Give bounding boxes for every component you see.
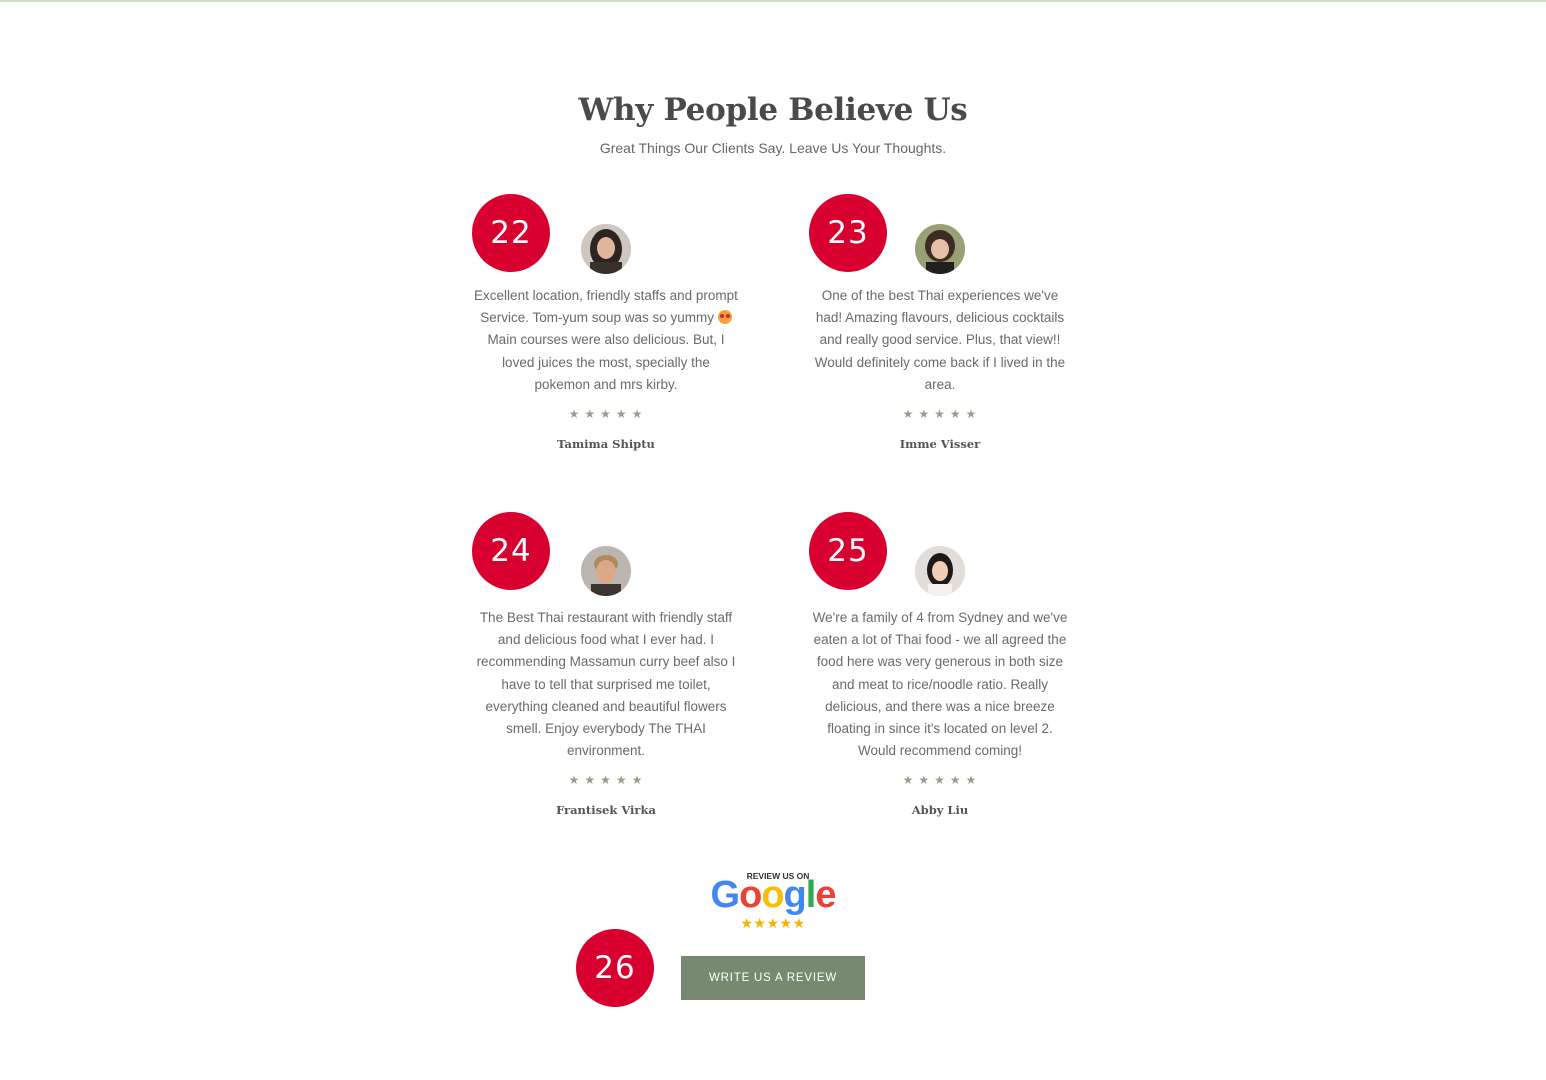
review-text: We're a family of 4 from Sydney and we'v… <box>812 610 1068 759</box>
reviewer-name: Frantisek Virka <box>556 803 656 817</box>
write-review-button[interactable]: WRITE US A REVIEW <box>681 956 865 1000</box>
review-text-part: Excellent location, friendly staffs and … <box>474 288 738 326</box>
review-us-on-google-logo[interactable]: REVIEW US ON Google ★★★★★ <box>706 866 840 932</box>
avatar-photo-icon <box>915 224 965 274</box>
rating-stars: ★★★★★ <box>902 773 982 787</box>
reviewer-name: Imme Visser <box>899 437 981 451</box>
rating-stars: ★★★★★ <box>568 773 648 787</box>
avatar-photo-icon <box>915 546 965 596</box>
reviewer-avatar <box>915 224 965 274</box>
google-wordmark: Google <box>711 874 836 916</box>
reviewer-name: Tamima Shiptu <box>557 437 655 451</box>
avatar-photo-icon <box>581 224 631 274</box>
star-struck-emoji-icon <box>717 310 732 325</box>
review-text: Excellent location, friendly staffs and … <box>474 285 738 396</box>
rating-stars: ★★★★★ <box>568 407 648 421</box>
rating-stars: ★★★★★ <box>902 407 982 421</box>
annotation-badge-22: 22 <box>472 194 550 272</box>
reviewer-avatar <box>915 546 965 596</box>
annotation-badge-24: 24 <box>472 512 550 590</box>
reviewer-name: Abby Liu <box>911 803 969 817</box>
reviewer-avatar <box>581 546 631 596</box>
reviewer-avatar <box>581 224 631 274</box>
annotation-badge-25: 25 <box>809 512 887 590</box>
section-subtitle: Great Things Our Clients Say. Leave Us Y… <box>599 140 947 156</box>
top-divider <box>0 0 1546 2</box>
section-title: Why People Believe Us <box>578 92 968 128</box>
annotation-badge-26: 26 <box>576 929 654 1007</box>
review-text: The Best Thai restaurant with friendly s… <box>476 610 736 759</box>
annotation-badge-23: 23 <box>809 194 887 272</box>
review-text-part: Main courses were also delicious. But, I… <box>487 332 725 392</box>
google-star-rating: ★★★★★ <box>740 916 805 932</box>
review-text: One of the best Thai experiences we've h… <box>814 288 1066 392</box>
avatar-photo-icon <box>581 546 631 596</box>
